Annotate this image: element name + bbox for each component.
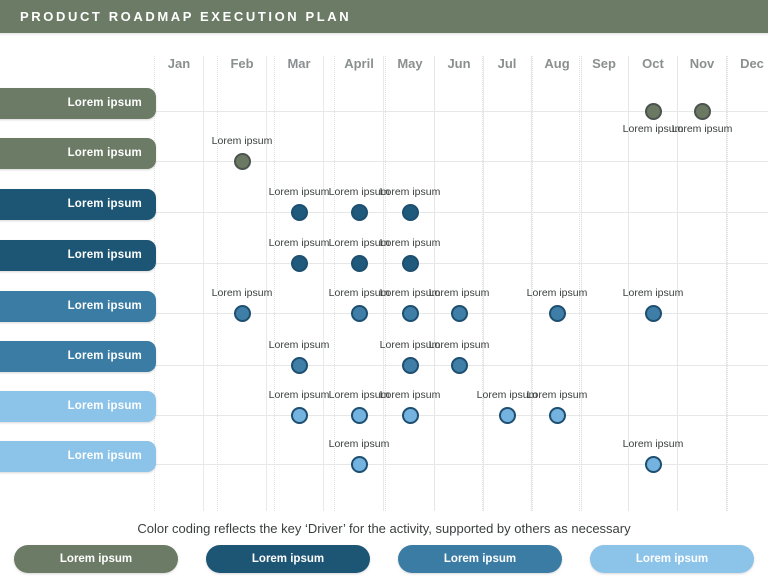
row-label-pill[interactable]: Lorem ipsum xyxy=(0,189,156,220)
milestone-dot[interactable] xyxy=(350,407,368,424)
milestone-label: Lorem ipsum xyxy=(268,339,330,351)
legend-item-light-blue[interactable]: Lorem ipsum xyxy=(590,545,754,573)
gridline-vertical-minor xyxy=(154,56,156,511)
legend-bar: Lorem ipsum Lorem ipsum Lorem ipsum Lorem i… xyxy=(0,545,768,573)
milestone-dot[interactable] xyxy=(290,204,308,221)
milestone-label: Lorem ipsum xyxy=(379,186,441,198)
month-header-dec: Dec xyxy=(740,56,764,71)
row-label-text: Lorem ipsum xyxy=(67,249,142,261)
milestone-label: Lorem ipsum xyxy=(671,123,733,135)
row-label-text: Lorem ipsum xyxy=(67,400,142,412)
milestone-label: Lorem ipsum xyxy=(379,237,441,249)
row-label-pill[interactable]: Lorem ipsum xyxy=(0,441,156,472)
milestone-label: Lorem ipsum xyxy=(428,287,490,299)
milestone-dot[interactable] xyxy=(233,153,251,170)
milestone-dot[interactable] xyxy=(290,255,308,272)
gridline-vertical xyxy=(203,56,204,511)
row-label-text: Lorem ipsum xyxy=(67,350,142,362)
milestone-label: Lorem ipsum xyxy=(622,287,684,299)
milestone-dot[interactable] xyxy=(644,305,662,322)
row-label-text: Lorem ipsum xyxy=(67,97,142,109)
gridline-vertical-minor xyxy=(217,56,219,511)
milestone-dot[interactable] xyxy=(350,305,368,322)
legend-item-dark-blue[interactable]: Lorem ipsum xyxy=(206,545,370,573)
row-label-pill[interactable]: Lorem ipsum xyxy=(0,341,156,372)
milestone-dot[interactable] xyxy=(233,305,251,322)
milestone-dot[interactable] xyxy=(644,103,662,120)
page-title: PRODUCT ROADMAP EXECUTION PLAN xyxy=(20,9,352,24)
title-bar-shadow xyxy=(0,33,768,36)
milestone-dot[interactable] xyxy=(498,407,516,424)
milestone-label: Lorem ipsum xyxy=(622,438,684,450)
milestone-dot[interactable] xyxy=(350,456,368,473)
month-header-feb: Feb xyxy=(230,56,254,71)
row-label-pill[interactable]: Lorem ipsum xyxy=(0,88,156,119)
legend-item-label: Lorem ipsum xyxy=(59,553,133,565)
milestone-dot[interactable] xyxy=(401,407,419,424)
roadmap-slide: PRODUCT ROADMAP EXECUTION PLAN Jan Feb Mar… xyxy=(0,0,768,576)
milestone-label: Lorem ipsum xyxy=(328,438,390,450)
legend-item-label: Lorem ipsum xyxy=(251,553,325,565)
gridline-vertical-minor xyxy=(482,56,484,511)
milestone-dot[interactable] xyxy=(450,357,468,374)
legend-item-label: Lorem ipsum xyxy=(635,553,709,565)
milestone-dot[interactable] xyxy=(350,204,368,221)
milestone-dot[interactable] xyxy=(290,357,308,374)
row-label-text: Lorem ipsum xyxy=(67,450,142,462)
gridline-vertical xyxy=(266,56,267,511)
milestone-dot[interactable] xyxy=(548,305,566,322)
legend-caption: Color coding reflects the key ‘Driver’ f… xyxy=(137,521,631,536)
milestone-dot[interactable] xyxy=(401,357,419,374)
legend-item-label: Lorem ipsum xyxy=(443,553,517,565)
milestone-label: Lorem ipsum xyxy=(526,287,588,299)
milestone-dot[interactable] xyxy=(401,255,419,272)
milestone-dot[interactable] xyxy=(693,103,711,120)
gridline-vertical-minor xyxy=(579,56,581,511)
row-label-pill[interactable]: Lorem ipsum xyxy=(0,391,156,422)
milestone-dot[interactable] xyxy=(401,204,419,221)
milestone-label: Lorem ipsum xyxy=(379,389,441,401)
gridline-vertical-minor xyxy=(274,56,276,511)
row-label-text: Lorem ipsum xyxy=(67,198,142,210)
milestone-dot[interactable] xyxy=(450,305,468,322)
gridline-vertical-minor xyxy=(434,56,436,511)
legend-item-green[interactable]: Lorem ipsum xyxy=(14,545,178,573)
month-header-mar: Mar xyxy=(287,56,311,71)
title-bar: PRODUCT ROADMAP EXECUTION PLAN xyxy=(0,0,768,33)
milestone-dot[interactable] xyxy=(644,456,662,473)
milestone-label: Lorem ipsum xyxy=(428,339,490,351)
milestone-dot[interactable] xyxy=(548,407,566,424)
row-label-text: Lorem ipsum xyxy=(67,147,142,159)
row-label-text: Lorem ipsum xyxy=(67,300,142,312)
milestone-label: Lorem ipsum xyxy=(526,389,588,401)
milestone-dot[interactable] xyxy=(290,407,308,424)
roadmap-plot-area: Jan Feb Mar April May Jun Jul Aug Sep Oct Nov Dec Lo… xyxy=(0,56,768,516)
milestone-dot[interactable] xyxy=(350,255,368,272)
gridline-vertical xyxy=(581,56,582,511)
legend-item-mid-blue[interactable]: Lorem ipsum xyxy=(398,545,562,573)
row-label-pill[interactable]: Lorem ipsum xyxy=(0,138,156,169)
row-label-pill[interactable]: Lorem ipsum xyxy=(0,240,156,271)
row-label-pill[interactable]: Lorem ipsum xyxy=(0,291,156,322)
milestone-label: Lorem ipsum xyxy=(211,135,273,147)
month-header-jan: Jan xyxy=(167,56,191,71)
milestone-dot[interactable] xyxy=(401,305,419,322)
milestone-label: Lorem ipsum xyxy=(211,287,273,299)
gridline-vertical-minor xyxy=(532,56,534,511)
